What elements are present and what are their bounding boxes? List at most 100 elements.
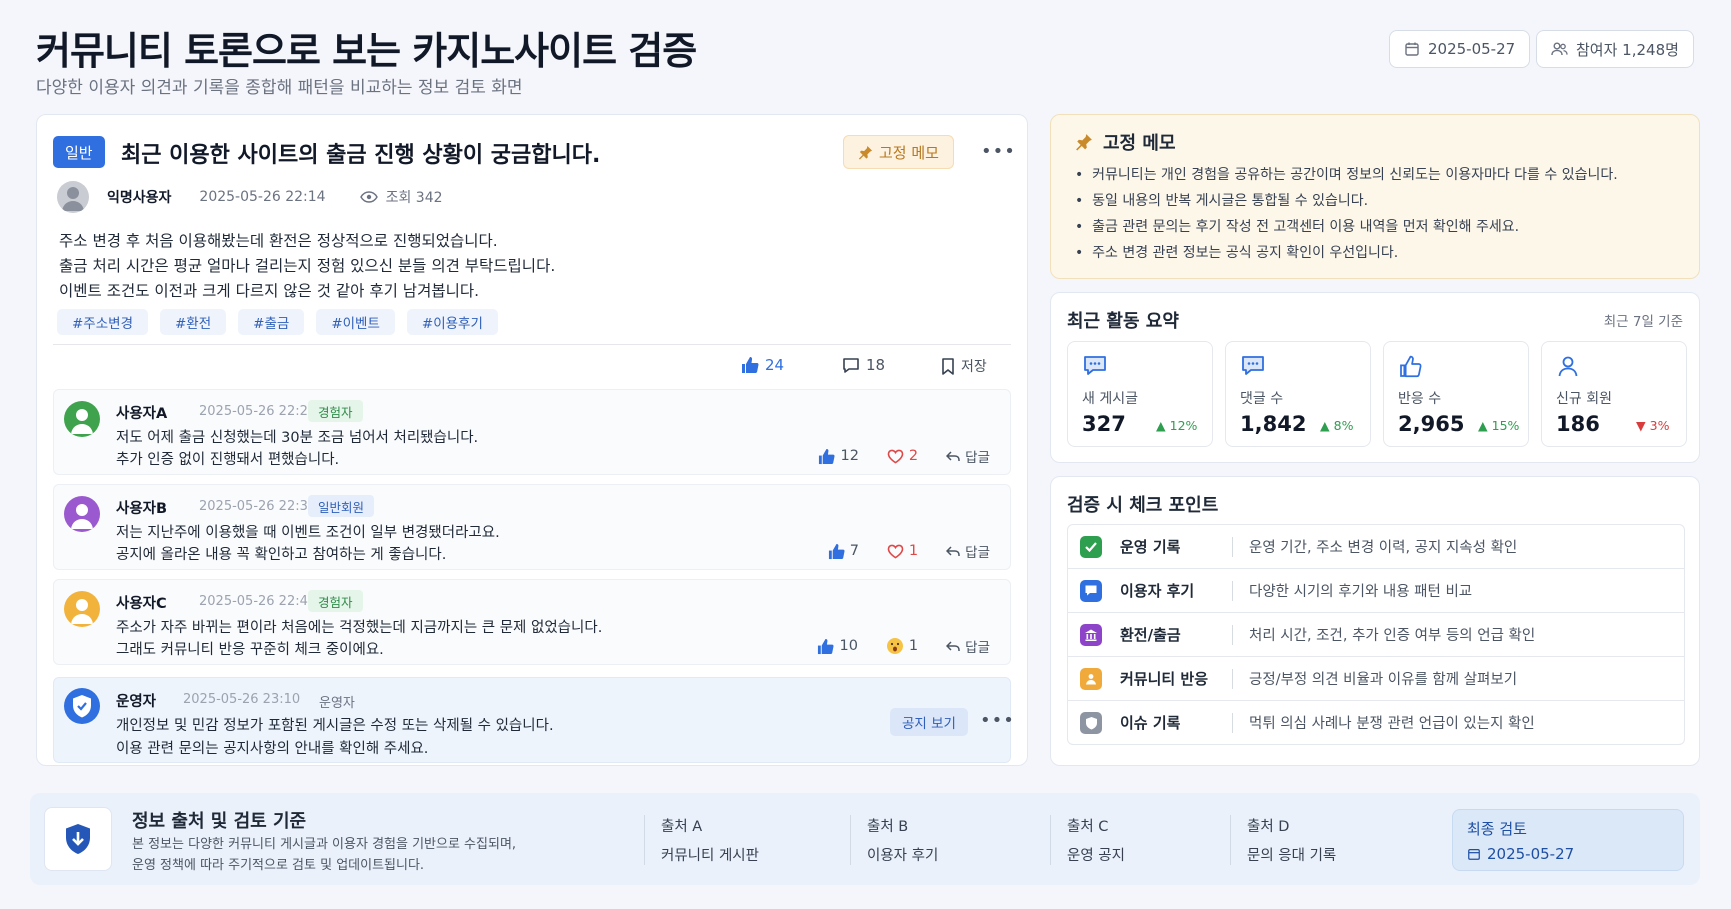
stat-comments[interactable]: 댓글 수 1,842 ▲ 8% bbox=[1225, 341, 1371, 447]
comment-item: 사용자B 2025-05-26 22:35 일반회원 저는 지난주에 이용했을 … bbox=[53, 484, 1011, 570]
operator-name[interactable]: 운영자 bbox=[116, 690, 156, 711]
post-body-line: 출금 처리 시간은 평균 얼마나 걸리는지 정험 있으신 분들 의견 부탁드립니… bbox=[59, 257, 556, 275]
comment-count-button[interactable]: 18 bbox=[842, 356, 885, 374]
stat-label: 반응 수 bbox=[1398, 391, 1442, 407]
stat-reactions[interactable]: 반응 수 2,965 ▲ 15% bbox=[1383, 341, 1529, 447]
commenter-avatar[interactable] bbox=[64, 401, 100, 437]
view-count: 조회 342 bbox=[385, 190, 443, 206]
bookmark-icon bbox=[941, 357, 955, 375]
thumbs-up-icon bbox=[828, 543, 845, 560]
comment-heart-button[interactable]: 1 bbox=[887, 543, 918, 559]
arrow-up-icon: ▲ bbox=[1156, 418, 1166, 433]
author-avatar[interactable] bbox=[57, 181, 89, 213]
comment-like-count: 10 bbox=[839, 638, 858, 654]
checkpoint-value: 긍정/부정 의견 비율과 이유를 함께 살펴보기 bbox=[1249, 672, 1518, 688]
user-badge: 일반회원 bbox=[308, 495, 375, 517]
checkpoint-value: 먹튀 의심 사례나 분쟁 관련 언급이 있는지 확인 bbox=[1249, 716, 1535, 732]
commenter-avatar[interactable] bbox=[64, 496, 100, 532]
comment-heart-button[interactable]: 2 bbox=[887, 448, 918, 464]
commenter-name[interactable]: 사용자A bbox=[116, 402, 167, 423]
participants-chip[interactable]: 참여자 1,248명 bbox=[1536, 30, 1694, 68]
checkpoint-row[interactable]: 이용자 후기 다양한 시기의 후기와 내용 패턴 비교 bbox=[1067, 568, 1685, 613]
participants-text: 참여자 1,248명 bbox=[1576, 40, 1679, 59]
stat-new-posts[interactable]: 새 게시글 327 ▲ 12% bbox=[1067, 341, 1213, 447]
footer-desc-line: 본 정보는 다양한 커뮤니티 게시글과 이용자 경험을 기반으로 수집되며, bbox=[132, 837, 517, 852]
heart-icon bbox=[887, 449, 904, 464]
stat-new-members[interactable]: 신규 회원 186 ▼ 3% bbox=[1541, 341, 1687, 447]
thumbs-up-icon bbox=[817, 638, 835, 655]
pin-memo-label: 고정 메모 bbox=[879, 143, 939, 162]
tag[interactable]: #이용후기 bbox=[406, 309, 498, 335]
comment-actions: 10 1 답글 bbox=[817, 636, 990, 656]
arrow-up-icon: ▲ bbox=[1478, 418, 1488, 433]
pin-memo-badge[interactable]: 고정 메모 bbox=[843, 135, 954, 169]
final-review-box[interactable]: 최종 검토 2025-05-27 bbox=[1452, 809, 1684, 871]
date-chip[interactable]: 2025-05-27 bbox=[1389, 30, 1531, 68]
comment-time: 2025-05-26 22:47 bbox=[199, 594, 317, 609]
page-title: 커뮤니티 토론으로 보는 카지노사이트 검증 bbox=[36, 29, 697, 73]
summary-period: 최근 7일 기준 bbox=[1603, 314, 1683, 330]
commenter-avatar[interactable] bbox=[64, 591, 100, 627]
source-item[interactable]: 출처 D 문의 응대 기록 bbox=[1230, 815, 1336, 865]
source-key: 출처 B bbox=[867, 819, 909, 835]
save-button[interactable]: 저장 bbox=[941, 356, 987, 376]
post-meta: 익명사용자 2025-05-26 22:14 조회 342 bbox=[57, 181, 443, 213]
comment-time: 2025-05-26 22:28 bbox=[199, 404, 317, 419]
tag[interactable]: #이벤트 bbox=[316, 309, 395, 335]
comment-like-button[interactable]: 12 bbox=[818, 448, 859, 465]
stat-label: 댓글 수 bbox=[1240, 391, 1284, 407]
source-item[interactable]: 출처 C 운영 공지 bbox=[1050, 815, 1125, 865]
tag[interactable]: #주소변경 bbox=[57, 309, 148, 335]
stat-label: 신규 회원 bbox=[1556, 391, 1612, 407]
source-footer: 정보 출처 및 검토 기준 본 정보는 다양한 커뮤니티 게시글과 이용자 경험… bbox=[30, 793, 1700, 885]
activity-summary-card: 최근 활동 요약 최근 7일 기준 새 게시글 327 ▲ 12% 댓글 수 1,… bbox=[1050, 292, 1700, 463]
post-more-button[interactable]: ••• bbox=[981, 141, 1016, 162]
stat-value: 186 bbox=[1556, 412, 1600, 436]
notice-button[interactable]: 공지 보기 bbox=[890, 708, 968, 736]
like-button[interactable]: 24 bbox=[741, 356, 784, 374]
checkpoint-row[interactable]: 커뮤니티 반응 긍정/부정 의견 비율과 이유를 함께 살펴보기 bbox=[1067, 656, 1685, 701]
source-item[interactable]: 출처 A 커뮤니티 게시판 bbox=[644, 815, 759, 865]
comment-actions: 12 2 답글 bbox=[818, 446, 990, 466]
checkpoint-value: 처리 시간, 조건, 추가 인증 여부 등의 언급 확인 bbox=[1249, 628, 1536, 644]
save-label: 저장 bbox=[961, 359, 987, 375]
chat-bubble-icon bbox=[1082, 354, 1108, 378]
comment-actions: 7 1 답글 bbox=[828, 541, 990, 561]
operator-avatar[interactable] bbox=[64, 688, 100, 724]
tag[interactable]: #출금 bbox=[238, 309, 305, 335]
checkpoint-row[interactable]: 환전/출금 처리 시간, 조건, 추가 인증 여부 등의 언급 확인 bbox=[1067, 612, 1685, 657]
source-value: 운영 공지 bbox=[1067, 848, 1125, 864]
arrow-down-icon: ▼ bbox=[1636, 418, 1646, 433]
source-key: 출처 D bbox=[1247, 819, 1290, 835]
checkpoint-row[interactable]: 운영 기록 운영 기간, 주소 변경 이력, 공지 지속성 확인 bbox=[1067, 524, 1685, 569]
source-value: 문의 응대 기록 bbox=[1247, 848, 1337, 864]
tag[interactable]: #환전 bbox=[160, 309, 227, 335]
arrow-up-icon: ▲ bbox=[1320, 418, 1330, 433]
commenter-name[interactable]: 사용자C bbox=[116, 592, 167, 613]
reply-button[interactable]: 답글 bbox=[946, 446, 990, 466]
reply-label: 답글 bbox=[965, 545, 990, 561]
checkpoint-row[interactable]: 이슈 기록 먹튀 의심 사례나 분쟁 관련 언급이 있는지 확인 bbox=[1067, 700, 1685, 745]
author-name[interactable]: 익명사용자 bbox=[107, 187, 171, 207]
comment-like-button[interactable]: 7 bbox=[828, 543, 859, 560]
stat-value: 1,842 bbox=[1240, 412, 1307, 436]
post-body-line: 이벤트 조건도 이전과 크게 다르지 않은 것 같아 후기 남겨봅니다. bbox=[59, 282, 480, 300]
source-item[interactable]: 출처 B 이용자 후기 bbox=[850, 815, 938, 865]
checkpoint-key: 운영 기록 bbox=[1120, 538, 1181, 556]
reply-button[interactable]: 답글 bbox=[946, 636, 990, 656]
memo-item: • 주소 변경 관련 정보는 공식 공지 확인이 우선입니다. bbox=[1075, 245, 1399, 261]
category-badge[interactable]: 일반 bbox=[53, 136, 105, 168]
post-card: 일반 최근 이용한 사이트의 출금 진행 상황이 궁금합니다. 고정 메모 ••… bbox=[36, 114, 1028, 766]
source-value: 커뮤니티 게시판 bbox=[661, 848, 759, 864]
stat-label: 새 게시글 bbox=[1082, 391, 1138, 407]
post-title[interactable]: 최근 이용한 사이트의 출금 진행 상황이 궁금합니다. bbox=[121, 137, 600, 169]
comment-wow-button[interactable]: 1 bbox=[886, 637, 918, 655]
community-icon bbox=[1080, 667, 1102, 690]
stat-value: 327 bbox=[1082, 412, 1126, 436]
reply-button[interactable]: 답글 bbox=[946, 541, 990, 561]
commenter-name[interactable]: 사용자B bbox=[116, 497, 167, 518]
operator-time: 2025-05-26 23:10 bbox=[183, 692, 301, 707]
comment-like-button[interactable]: 10 bbox=[817, 638, 858, 655]
operator-more-button[interactable]: ••• bbox=[980, 710, 1015, 731]
thumbs-up-icon bbox=[741, 356, 759, 374]
